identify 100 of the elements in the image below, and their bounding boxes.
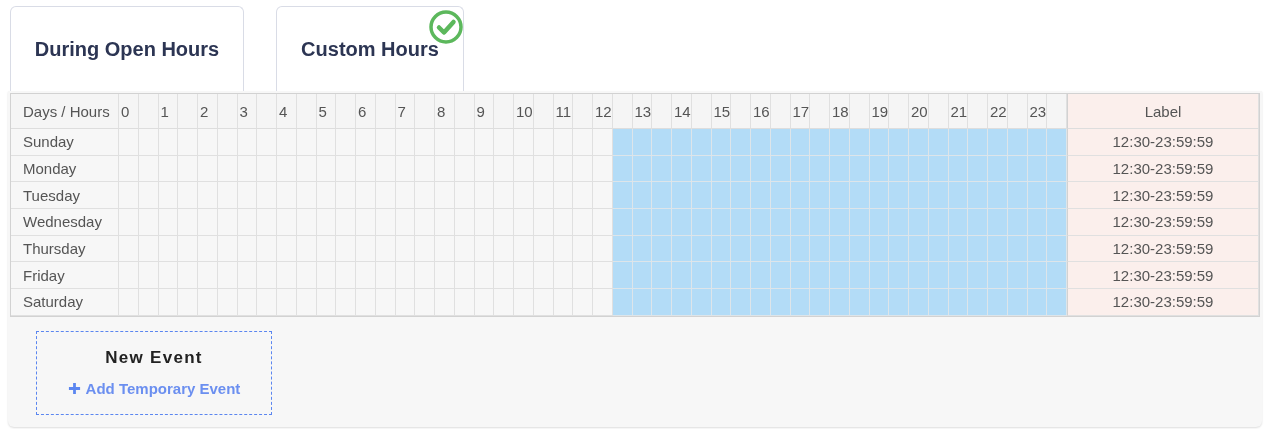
time-slot[interactable] — [948, 289, 969, 316]
time-slot[interactable] — [612, 209, 633, 236]
time-slot[interactable] — [553, 289, 574, 316]
time-slot[interactable] — [1047, 235, 1067, 263]
time-slot[interactable] — [1047, 209, 1067, 236]
time-slot[interactable] — [672, 129, 692, 156]
time-slot[interactable] — [751, 289, 771, 316]
time-slot[interactable] — [810, 155, 830, 183]
time-slot[interactable] — [573, 289, 593, 316]
time-slot[interactable] — [1007, 129, 1028, 156]
time-slot[interactable] — [514, 289, 534, 316]
time-slot[interactable] — [790, 289, 811, 316]
time-slot[interactable] — [277, 129, 297, 156]
time-slot[interactable] — [494, 289, 514, 316]
time-slot[interactable] — [533, 129, 554, 156]
time-slot[interactable] — [869, 129, 890, 156]
time-slot[interactable] — [573, 129, 593, 156]
time-slot[interactable] — [158, 289, 179, 316]
time-slot[interactable] — [553, 129, 574, 156]
time-slot[interactable] — [593, 209, 613, 236]
time-slot[interactable] — [751, 129, 771, 156]
time-slot[interactable] — [711, 289, 732, 316]
time-slot[interactable] — [830, 129, 850, 156]
time-slot[interactable] — [119, 129, 139, 156]
time-slot[interactable] — [1047, 129, 1067, 156]
time-slot[interactable] — [711, 129, 732, 156]
time-slot[interactable] — [217, 289, 238, 316]
time-slot[interactable] — [1007, 209, 1028, 236]
time-slot[interactable] — [968, 182, 988, 210]
time-slot[interactable] — [830, 155, 850, 183]
time-slot[interactable] — [435, 289, 455, 316]
time-slot[interactable] — [652, 129, 672, 156]
time-slot[interactable] — [356, 289, 376, 316]
time-slot[interactable] — [1027, 129, 1048, 156]
time-slot[interactable] — [415, 289, 435, 316]
time-slot[interactable] — [375, 129, 396, 156]
time-slot[interactable] — [356, 129, 376, 156]
time-slot[interactable] — [178, 289, 198, 316]
time-slot[interactable] — [731, 262, 751, 290]
time-slot[interactable] — [632, 209, 653, 236]
time-slot[interactable] — [889, 182, 909, 210]
time-slot[interactable] — [830, 209, 850, 236]
time-slot[interactable] — [830, 235, 850, 263]
time-slot[interactable] — [731, 129, 751, 156]
time-slot[interactable] — [119, 289, 139, 316]
time-slot[interactable] — [1007, 289, 1028, 316]
time-slot[interactable] — [593, 155, 613, 183]
time-slot[interactable] — [652, 262, 672, 290]
time-slot[interactable] — [672, 182, 692, 210]
time-slot[interactable] — [593, 182, 613, 210]
time-slot[interactable] — [909, 182, 929, 210]
time-slot[interactable] — [889, 209, 909, 236]
time-slot[interactable] — [909, 262, 929, 290]
time-slot[interactable] — [731, 155, 751, 183]
time-slot[interactable] — [711, 209, 732, 236]
time-slot[interactable] — [810, 209, 830, 236]
time-slot[interactable] — [830, 262, 850, 290]
time-slot[interactable] — [612, 129, 633, 156]
time-slot[interactable] — [810, 235, 830, 263]
time-slot[interactable] — [731, 289, 751, 316]
time-slot[interactable] — [751, 182, 771, 210]
time-slot[interactable] — [928, 129, 949, 156]
time-slot[interactable] — [593, 235, 613, 263]
time-slot[interactable] — [652, 289, 672, 316]
time-slot[interactable] — [454, 289, 475, 316]
time-slot[interactable] — [198, 129, 218, 156]
time-slot[interactable] — [691, 289, 712, 316]
time-slot[interactable] — [652, 209, 672, 236]
time-slot[interactable] — [158, 129, 179, 156]
time-slot[interactable] — [968, 235, 988, 263]
time-slot[interactable] — [810, 129, 830, 156]
tab[interactable]: During Open Hours — [10, 6, 244, 91]
time-slot[interactable] — [830, 289, 850, 316]
time-slot[interactable] — [435, 129, 455, 156]
time-slot[interactable] — [514, 129, 534, 156]
time-slot[interactable] — [178, 129, 198, 156]
time-slot[interactable] — [909, 235, 929, 263]
time-slot[interactable] — [909, 209, 929, 236]
time-slot[interactable] — [296, 289, 317, 316]
tab[interactable]: Custom Hours — [276, 6, 464, 91]
time-slot[interactable] — [138, 289, 159, 316]
time-slot[interactable] — [869, 289, 890, 316]
time-slot[interactable] — [296, 129, 317, 156]
time-slot[interactable] — [810, 262, 830, 290]
time-slot[interactable] — [672, 262, 692, 290]
time-slot[interactable] — [593, 262, 613, 290]
time-slot[interactable] — [751, 209, 771, 236]
time-slot[interactable] — [968, 209, 988, 236]
time-slot[interactable] — [988, 129, 1008, 156]
time-slot[interactable] — [889, 235, 909, 263]
time-slot[interactable] — [909, 129, 929, 156]
time-slot[interactable] — [810, 289, 830, 316]
time-slot[interactable] — [731, 209, 751, 236]
time-slot[interactable] — [790, 129, 811, 156]
time-slot[interactable] — [316, 289, 337, 316]
time-slot[interactable] — [593, 129, 613, 156]
time-slot[interactable] — [672, 155, 692, 183]
time-slot[interactable] — [948, 129, 969, 156]
time-slot[interactable] — [790, 209, 811, 236]
time-slot[interactable] — [672, 289, 692, 316]
